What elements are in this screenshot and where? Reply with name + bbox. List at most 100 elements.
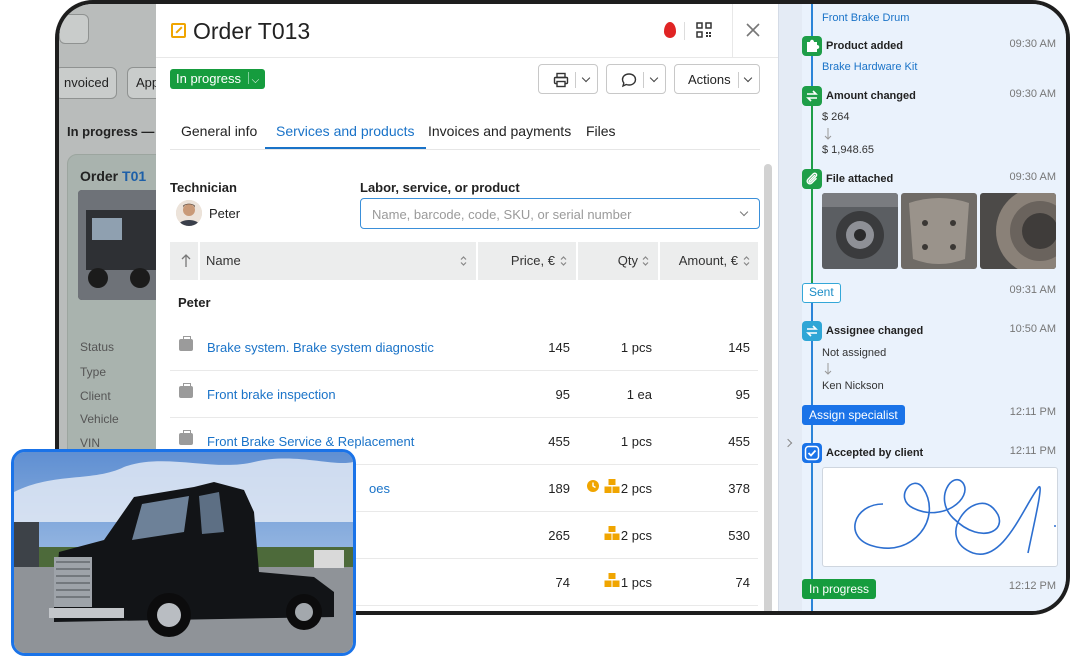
tab-invoices-and-payments[interactable]: Invoices and payments	[428, 112, 571, 149]
fire-icon[interactable]	[664, 22, 676, 38]
bg-field-type: Type	[80, 365, 107, 379]
boxes-icon	[604, 573, 620, 587]
sort-icon[interactable]	[743, 255, 750, 267]
tab-services-and-products[interactable]: Services and products	[265, 112, 426, 149]
row-qty: 1 pcs	[620, 340, 652, 355]
chevron-down-icon[interactable]	[739, 207, 749, 217]
table-row[interactable]: Front brake inspection 95 1 ea 95	[170, 371, 758, 418]
status-badge-assign-specialist: Assign specialist	[802, 405, 905, 425]
tab-bar: General info Services and products Invoi…	[170, 112, 760, 150]
calendar-button	[59, 14, 89, 44]
event-time: 10:50 AM	[1009, 323, 1056, 335]
sort-up-arrow-icon[interactable]	[181, 254, 191, 268]
avatar[interactable]	[176, 200, 202, 226]
row-price: 455	[548, 434, 570, 449]
sort-icon[interactable]	[560, 255, 567, 267]
row-qty: 1 ea	[626, 387, 652, 402]
timeline-line-progress	[811, 100, 813, 300]
arrow-down-icon	[824, 128, 832, 140]
printer-icon	[553, 72, 569, 88]
event-time: 09:30 AM	[1009, 88, 1056, 100]
chevron-down-icon	[581, 73, 591, 83]
event-time: 09:30 AM	[1009, 171, 1056, 183]
assignee-icon	[802, 321, 822, 341]
column-name[interactable]: Name	[206, 242, 241, 280]
divider	[732, 4, 733, 58]
bg-section-label: In progress —	[67, 124, 155, 139]
tab-general-info[interactable]: General info	[181, 112, 257, 149]
bg-field-vin: VIN	[80, 436, 101, 450]
event-title: Amount changed	[826, 90, 916, 102]
sort-icon[interactable]	[642, 255, 649, 267]
assignee-to: Ken Nickson	[822, 380, 884, 392]
close-icon[interactable]	[744, 21, 762, 39]
group-heading: Peter	[178, 295, 211, 310]
activity-timeline: Front Brake Drum Product added 09:30 AM …	[802, 4, 1066, 611]
event-time: 09:30 AM	[1009, 38, 1056, 50]
timeline-link[interactable]: Brake Hardware Kit	[822, 61, 917, 73]
attachment-thumbnail[interactable]	[822, 193, 898, 269]
bg-tab-invoiced: nvoiced	[59, 67, 117, 99]
row-name[interactable]: Brake system. Brake system diagnostic	[207, 340, 434, 355]
print-button[interactable]	[538, 64, 598, 94]
row-qty: 2 pcs	[620, 528, 652, 543]
row-amount: 455	[728, 434, 750, 449]
qr-code-icon[interactable]	[696, 22, 712, 38]
status-dropdown[interactable]: In progress ⌵	[170, 69, 266, 89]
row-amount: 74	[735, 575, 750, 590]
row-amount: 95	[735, 387, 750, 402]
row-price: 265	[548, 528, 570, 543]
row-name[interactable]: Front brake inspection	[207, 387, 336, 402]
search-label: Labor, service, or product	[360, 180, 520, 195]
attachment-thumbnail[interactable]	[901, 193, 977, 269]
column-qty[interactable]: Qty	[618, 242, 638, 280]
clock-warning-icon	[587, 480, 599, 492]
bg-field-status: Status	[80, 340, 115, 354]
chat-bubble-icon	[621, 73, 637, 88]
row-name[interactable]: oes	[369, 481, 390, 496]
actions-label: Actions	[688, 72, 731, 87]
event-title: Accepted by client	[826, 447, 924, 459]
checkbox-check-icon	[802, 443, 822, 463]
event-time: 12:11 PM	[1009, 445, 1056, 457]
row-price: 189	[548, 481, 570, 496]
bg-field-vehicle: Vehicle	[80, 412, 119, 426]
event-time: 12:12 PM	[1008, 580, 1056, 592]
search-placeholder: Name, barcode, code, SKU, or serial numb…	[372, 207, 632, 222]
row-price: 95	[555, 387, 570, 402]
tab-files[interactable]: Files	[586, 112, 616, 149]
comment-button[interactable]	[606, 64, 666, 94]
vehicle-photo	[11, 449, 356, 656]
column-price[interactable]: Price, €	[511, 242, 555, 280]
event-time: 12:11 PM	[1009, 406, 1056, 418]
event-time: 09:31 AM	[1009, 284, 1056, 296]
row-price: 74	[555, 575, 570, 590]
row-name[interactable]: Front Brake Service & Replacement	[207, 434, 414, 449]
page-title: Order T013	[193, 18, 311, 44]
timeline-collapse-handle[interactable]	[778, 4, 802, 611]
timeline-link[interactable]: Front Brake Drum	[822, 12, 909, 24]
table-row[interactable]: Brake system. Brake system diagnostic 14…	[170, 324, 758, 371]
bg-card-title: Order T01	[80, 168, 147, 184]
divider	[684, 22, 685, 40]
chevron-right-icon[interactable]	[783, 438, 793, 448]
scrollbar[interactable]	[764, 164, 772, 611]
event-title: Product added	[826, 40, 904, 52]
actions-button[interactable]: Actions	[674, 64, 760, 94]
row-qty: 2 pcs	[620, 481, 652, 496]
row-amount: 145	[728, 340, 750, 355]
event-title: File attached	[826, 173, 894, 185]
amount-from: $ 264	[822, 111, 850, 123]
attachment-thumbnail[interactable]	[980, 193, 1056, 269]
sort-icon[interactable]	[460, 255, 467, 267]
arrow-down-icon	[824, 363, 832, 375]
exchange-icon	[802, 86, 822, 106]
column-amount[interactable]: Amount, €	[679, 242, 738, 280]
edit-icon	[171, 23, 186, 38]
amount-to: $ 1,948.65	[822, 144, 874, 156]
technician-name: Peter	[209, 206, 241, 221]
row-amount: 378	[728, 481, 750, 496]
chevron-down-icon	[649, 73, 659, 83]
status-badge-sent: Sent	[802, 283, 841, 303]
product-search-input[interactable]: Name, barcode, code, SKU, or serial numb…	[360, 198, 760, 229]
